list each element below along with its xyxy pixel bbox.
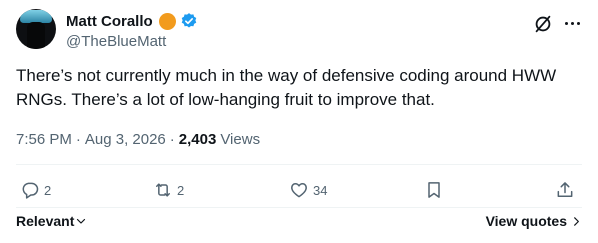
- bookmark-button[interactable]: [424, 178, 444, 202]
- view-count: 2,403: [178, 131, 217, 148]
- action-bar: 2 2 34: [18, 178, 578, 202]
- more-icon[interactable]: [562, 13, 582, 33]
- reply-count: 2: [44, 182, 52, 198]
- sort-dropdown[interactable]: Relevant: [16, 213, 87, 229]
- like-button[interactable]: 34: [289, 178, 327, 202]
- divider: [16, 207, 582, 208]
- divider: [16, 164, 582, 165]
- avatar[interactable]: [16, 9, 56, 49]
- sort-label: Relevant: [16, 213, 75, 229]
- like-count: 34: [313, 182, 328, 198]
- reply-button[interactable]: 2: [20, 178, 51, 202]
- author-handle[interactable]: @TheBlueMatt: [66, 33, 166, 50]
- grok-icon[interactable]: [532, 13, 554, 35]
- avatar-face: [27, 22, 45, 49]
- share-button[interactable]: [555, 178, 575, 202]
- bookmark-icon: [428, 182, 440, 198]
- author-display-name[interactable]: Matt Corallo: [66, 13, 153, 30]
- views-label: Views: [220, 131, 261, 148]
- meta-separator: ·: [75, 131, 81, 148]
- verified-badge-icon: [181, 13, 196, 28]
- tweet-date[interactable]: Aug 3, 2026: [85, 131, 166, 148]
- repost-icon: [156, 183, 170, 197]
- repost-count: 2: [177, 182, 185, 198]
- like-icon: [291, 183, 307, 198]
- share-icon: [557, 182, 573, 197]
- affiliate-badge-icon: [158, 12, 176, 30]
- view-quotes-label: View quotes: [485, 213, 567, 229]
- meta-separator: ·: [169, 131, 175, 148]
- chevron-right-icon: [574, 216, 579, 226]
- tweet-text: There’s not currently much in the way of…: [16, 66, 557, 109]
- reply-icon: [22, 182, 39, 199]
- tweet-meta: 7:56 PM · Aug 3, 2026 · 2,403 Views: [16, 131, 260, 148]
- author-name-row: Matt Corallo: [66, 11, 198, 31]
- tweet-time[interactable]: 7:56 PM: [16, 131, 72, 148]
- view-quotes-link[interactable]: View quotes: [486, 213, 582, 229]
- chevron-down-icon: [77, 218, 86, 224]
- repost-button[interactable]: 2: [153, 178, 184, 202]
